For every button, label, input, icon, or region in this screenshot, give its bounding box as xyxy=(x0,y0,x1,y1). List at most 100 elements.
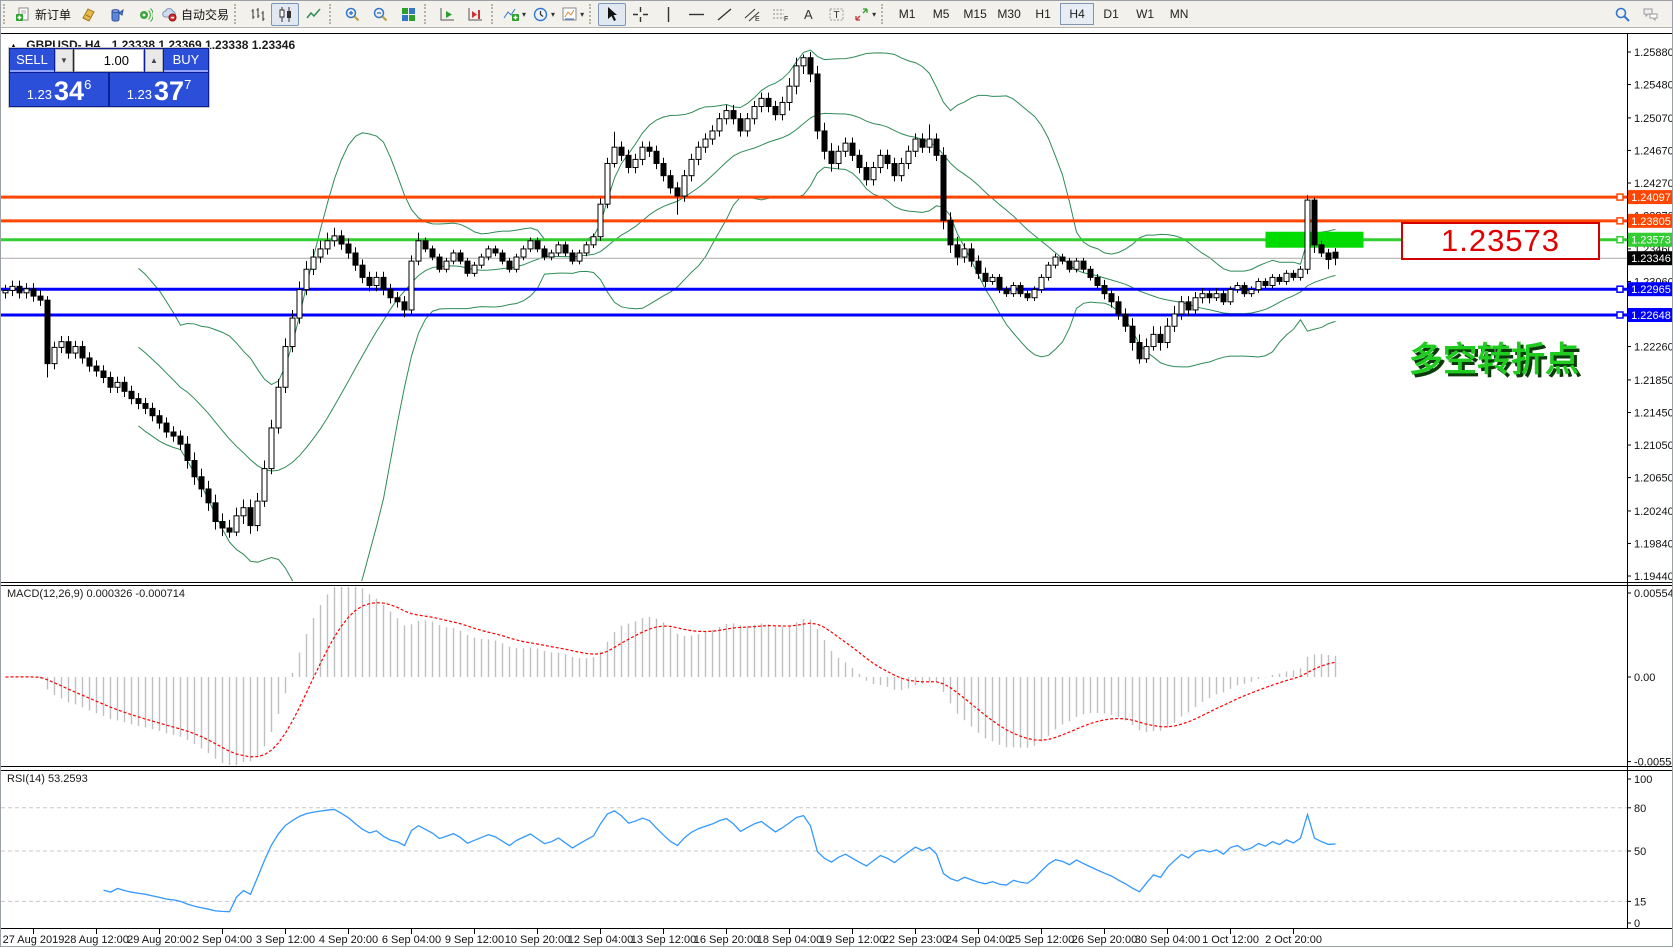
candle xyxy=(912,138,919,152)
candle xyxy=(1199,293,1206,299)
candle xyxy=(1192,297,1199,311)
history-center-button[interactable] xyxy=(102,3,130,26)
candle xyxy=(618,146,625,156)
fibonacci-button[interactable]: F xyxy=(766,3,794,26)
horizontal-level-lines xyxy=(1,195,1627,317)
mt4-window: 1.258801.254801.250701.246701.242701.238… xyxy=(0,0,1673,947)
sell-price-button[interactable]: 1.23 34 6 xyxy=(10,73,108,106)
auto-scroll-button[interactable] xyxy=(433,3,461,26)
timeframe-d1-button[interactable]: D1 xyxy=(1094,3,1128,25)
line-chart-button[interactable] xyxy=(299,3,327,26)
candle xyxy=(632,158,639,169)
candle xyxy=(492,248,499,254)
date-label: 30 Sep 04:00 xyxy=(1135,934,1200,946)
tile-windows-button[interactable] xyxy=(394,3,422,26)
timeframe-m30-button[interactable]: M30 xyxy=(992,3,1026,25)
candle xyxy=(261,468,268,502)
candle xyxy=(163,422,170,433)
text-button[interactable]: A xyxy=(794,3,822,26)
svg-text:1.20240: 1.20240 xyxy=(1634,506,1673,518)
history-center-icon xyxy=(108,6,125,23)
candle xyxy=(1234,285,1241,291)
candle xyxy=(772,106,779,116)
hline-button[interactable] xyxy=(682,3,710,26)
candle xyxy=(275,386,282,429)
line-anchor-marker xyxy=(1616,235,1624,244)
candle xyxy=(170,431,177,437)
autotrading-button[interactable]: 自动交易 xyxy=(158,3,232,26)
price-chart[interactable]: 1.258801.254801.250701.246701.242701.238… xyxy=(1,1,1673,947)
zoom-out-button[interactable] xyxy=(366,3,394,26)
buy-button[interactable]: BUY xyxy=(164,49,208,72)
volume-decrease-button[interactable]: ▼ xyxy=(55,49,73,72)
cursor-button[interactable] xyxy=(598,2,627,26)
chart-area[interactable]: 1.258801.254801.250701.246701.242701.238… xyxy=(1,1,1673,947)
timeframe-m1-button[interactable]: M1 xyxy=(890,3,924,25)
candle xyxy=(1073,260,1080,270)
volume-input[interactable]: 1.00 xyxy=(74,49,144,72)
crosshair-button[interactable] xyxy=(626,3,654,26)
channel-button[interactable]: E xyxy=(738,3,766,26)
timeframe-mn-button[interactable]: MN xyxy=(1162,3,1196,25)
sell-price-sup: 6 xyxy=(84,77,92,92)
zoom-in-button[interactable] xyxy=(338,3,366,26)
timeframe-h1-button[interactable]: H1 xyxy=(1026,3,1060,25)
search-button[interactable] xyxy=(1608,3,1636,26)
timeframe-m5-button[interactable]: M5 xyxy=(924,3,958,25)
templates-button[interactable]: ▾ xyxy=(558,3,587,26)
candle xyxy=(86,357,93,367)
sell-button[interactable]: SELL xyxy=(10,49,54,72)
buy-price-button[interactable]: 1.23 37 7 xyxy=(110,73,208,106)
candle xyxy=(2,289,9,294)
candle xyxy=(758,97,765,108)
candlestick-button[interactable] xyxy=(271,2,300,26)
candle xyxy=(1325,252,1332,260)
candle xyxy=(1311,199,1318,246)
candle xyxy=(289,317,296,348)
bar-chart-button[interactable] xyxy=(243,3,271,26)
candle xyxy=(828,150,835,164)
indicators-button[interactable]: ▾ xyxy=(500,3,529,26)
candle xyxy=(639,146,646,160)
label-button[interactable]: T xyxy=(822,3,850,26)
chart-shift-button[interactable] xyxy=(461,3,489,26)
candle xyxy=(842,142,849,152)
candle xyxy=(128,390,135,400)
periods-button[interactable]: ▾ xyxy=(529,3,558,26)
candle xyxy=(44,299,51,365)
candle xyxy=(184,443,191,461)
arrows-icon xyxy=(853,6,870,23)
candle xyxy=(317,248,324,258)
price-tag: 1.23805 xyxy=(1628,213,1672,228)
candle xyxy=(1220,293,1227,303)
timeframe-h4-button[interactable]: H4 xyxy=(1060,3,1095,25)
candle xyxy=(569,252,576,262)
candle xyxy=(961,248,968,258)
svg-text:50: 50 xyxy=(1634,846,1646,858)
candle xyxy=(1241,285,1248,295)
candle xyxy=(576,252,583,262)
new-order-button[interactable]: 新订单 xyxy=(12,3,74,26)
candle xyxy=(1080,260,1087,270)
candle xyxy=(457,252,464,262)
toolbar-grip xyxy=(329,4,336,24)
candle xyxy=(1038,276,1045,291)
chevron-down-icon: ▾ xyxy=(872,9,877,19)
trendline-button[interactable] xyxy=(710,3,738,26)
volume-increase-button[interactable]: ▲ xyxy=(145,49,163,72)
candle xyxy=(58,341,65,348)
toolbar-grip xyxy=(234,4,241,24)
candle xyxy=(394,297,401,303)
timeframe-w1-button[interactable]: W1 xyxy=(1128,3,1162,25)
timeframe-m15-button[interactable]: M15 xyxy=(958,3,992,25)
arrows-button[interactable]: ▾ xyxy=(850,3,879,26)
vline-button[interactable] xyxy=(654,3,682,26)
metaeditor-button[interactable] xyxy=(74,3,102,26)
chat-button[interactable] xyxy=(1636,3,1664,26)
signals-button[interactable] xyxy=(130,3,158,26)
svg-text:1.22648: 1.22648 xyxy=(1631,310,1671,322)
line-anchor-marker xyxy=(1616,311,1624,319)
candle xyxy=(387,289,394,299)
candle xyxy=(443,260,450,270)
candle xyxy=(674,187,681,197)
